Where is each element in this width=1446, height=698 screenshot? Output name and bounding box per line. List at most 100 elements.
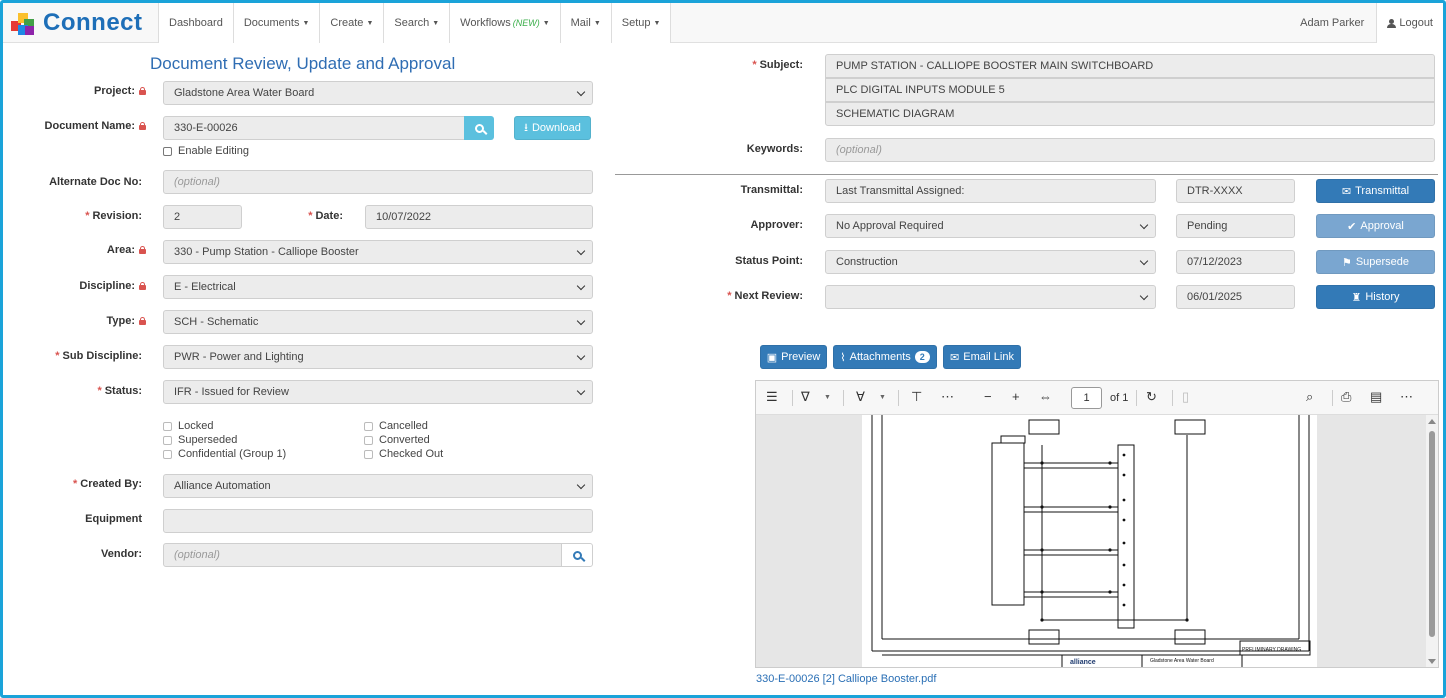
alternate-doc-input[interactable]: (optional)	[163, 170, 593, 194]
document-name-input[interactable]: 330-E-00026	[163, 116, 466, 140]
approval-button-label: Approval	[1360, 220, 1404, 232]
confidential-checkbox[interactable]: Confidential (Group 1)	[163, 448, 286, 460]
converted-checkbox[interactable]: Converted	[364, 434, 430, 446]
document-search-button[interactable]	[464, 116, 494, 140]
vendor-search-button[interactable]	[561, 543, 593, 567]
subject-line-2[interactable]: PLC DIGITAL INPUTS MODULE 5	[825, 78, 1435, 102]
text-icon[interactable]: ⊤	[911, 389, 922, 405]
approver-select[interactable]: No Approval Required	[825, 214, 1156, 238]
brand[interactable]: Connect	[11, 8, 143, 38]
equipment-input[interactable]	[163, 509, 593, 533]
caret-down-icon: ▼	[366, 19, 374, 27]
scroll-up-icon[interactable]	[1428, 419, 1436, 424]
nav-dashboard[interactable]: Dashboard	[158, 3, 233, 43]
subject-line-1[interactable]: PUMP STATION - CALLIOPE BOOSTER MAIN SWI…	[825, 54, 1435, 78]
type-select[interactable]: SCH - Schematic	[163, 310, 593, 334]
pdf-page: PRELIMINARY DRAWING Gladstone Area Water…	[862, 415, 1317, 667]
checkbox-box[interactable]	[163, 146, 172, 156]
search-icon	[474, 123, 484, 133]
superseded-checkbox[interactable]: Superseded	[163, 434, 237, 446]
download-button[interactable]: ⭳ Download	[514, 116, 591, 140]
transmittal-input[interactable]: Last Transmittal Assigned:	[825, 179, 1156, 203]
next-review-date[interactable]: 06/01/2025	[1176, 285, 1295, 309]
discipline-select[interactable]: E - Electrical	[163, 275, 593, 299]
user-name[interactable]: Adam Parker	[1300, 17, 1364, 29]
scroll-thumb[interactable]	[1429, 431, 1435, 637]
checked-out-checkbox[interactable]: Checked Out	[364, 448, 443, 460]
vendor-input[interactable]: (optional)	[163, 543, 563, 567]
next-review-select[interactable]	[825, 285, 1156, 309]
transmittal-label: Transmittal:	[740, 184, 803, 196]
nav-documents[interactable]: Documents ▼	[232, 3, 320, 43]
discipline-label: Discipline:	[13, 280, 146, 292]
preview-button[interactable]: ▣ Preview	[760, 345, 827, 369]
logout-button[interactable]: Logout	[1376, 3, 1443, 43]
print-icon[interactable]: ⎙	[1341, 389, 1351, 405]
zoom-out-icon[interactable]: −	[984, 389, 992, 404]
created-by-select[interactable]: Alliance Automation	[163, 474, 593, 498]
more-icon[interactable]: ⋯	[1400, 389, 1413, 405]
locked-checkbox[interactable]: Locked	[163, 420, 213, 432]
transmittal-button-label: Transmittal	[1355, 185, 1410, 197]
fit-page-icon[interactable]: ⇔	[1039, 389, 1052, 404]
chevron-down-icon[interactable]: ▼	[824, 394, 831, 401]
more-icon[interactable]: ⋯	[941, 389, 954, 405]
section-divider	[615, 174, 1438, 175]
top-navbar: Connect Dashboard Documents ▼ Create ▼ Sea…	[3, 3, 1443, 43]
nav-setup[interactable]: Setup ▼	[610, 3, 672, 43]
transmittal-code: DTR-XXXX	[1176, 179, 1295, 203]
type-label: Type:	[13, 315, 146, 327]
sub-discipline-select[interactable]: PWR - Power and Lighting	[163, 345, 593, 369]
save-icon[interactable]: ▤	[1370, 389, 1382, 405]
supersede-button-label: Supersede	[1355, 256, 1410, 268]
revision-input[interactable]: 2	[163, 205, 242, 229]
status-point-select[interactable]: Construction	[825, 250, 1156, 274]
date-input[interactable]: 10/07/2022	[365, 205, 593, 229]
find-icon[interactable]: ⌕	[1306, 389, 1313, 405]
page-title: Document Review, Update and Approval	[150, 54, 456, 73]
approval-button[interactable]: ✔ Approval	[1316, 214, 1435, 238]
pdf-viewer[interactable]: ☰ ∇ ▼ ∀ ▼ ⊤ ⋯ − + ⇔ 1 of 1 ↻ ▯ ⌕ ⎙ ▤ ⋯ P…	[755, 380, 1439, 668]
app-frame: Connect Dashboard Documents ▼ Create ▼ Sea…	[0, 0, 1446, 698]
created-by-label: * Created By:	[72, 478, 142, 490]
subject-line-3[interactable]: SCHEMATIC DIAGRAM	[825, 102, 1435, 126]
chevron-down-icon[interactable]: ▼	[879, 394, 886, 401]
cancelled-checkbox[interactable]: Cancelled	[364, 420, 428, 432]
keywords-input[interactable]: (optional)	[825, 138, 1435, 162]
rotate-icon[interactable]: ↻	[1146, 389, 1157, 405]
draw-icon[interactable]: ∀	[856, 389, 865, 405]
page-view-icon[interactable]: ▯	[1182, 389, 1189, 405]
transmittal-button[interactable]: ✉ Transmittal	[1316, 179, 1435, 203]
pdf-scrollbar[interactable]	[1426, 415, 1438, 667]
toc-icon[interactable]: ☰	[766, 389, 778, 405]
zoom-in-icon[interactable]: +	[1012, 389, 1020, 404]
subject-label: * Subject:	[752, 59, 803, 71]
nav-search[interactable]: Search ▼	[383, 3, 450, 43]
nav-workflows[interactable]: Workflows (NEW) ▼	[449, 3, 560, 43]
status-select[interactable]: IFR - Issued for Review	[163, 380, 593, 404]
project-select[interactable]: Gladstone Area Water Board	[163, 81, 593, 105]
highlight-icon[interactable]: ∇	[801, 389, 810, 405]
nav-create-label: Create	[330, 17, 364, 29]
brand-name: Connect	[43, 9, 143, 36]
sub-discipline-label: * Sub Discipline:	[55, 350, 142, 362]
lock-icon	[139, 246, 146, 254]
area-select[interactable]: 330 - Pump Station - Calliope Booster	[163, 240, 593, 264]
nav-workflows-label: Workflows	[460, 17, 511, 29]
supersede-button[interactable]: ⚑ Supersede	[1316, 250, 1435, 274]
attachments-button[interactable]: ⌇ Attachments 2	[833, 345, 937, 369]
enable-editing-checkbox[interactable]: Enable Editing	[163, 145, 249, 157]
caret-down-icon: ▼	[542, 19, 550, 27]
attachment-filename-link[interactable]: 330-E-00026 [2] Calliope Booster.pdf	[756, 673, 936, 685]
history-button[interactable]: ♜ History	[1316, 285, 1435, 309]
approver-label: Approver:	[750, 219, 803, 231]
page-number-input[interactable]: 1	[1071, 387, 1102, 409]
nav-mail[interactable]: Mail ▼	[559, 3, 611, 43]
drawing-stamp: PRELIMINARY DRAWING	[1242, 647, 1301, 653]
scroll-down-icon[interactable]	[1428, 659, 1436, 664]
status-point-date[interactable]: 07/12/2023	[1176, 250, 1295, 274]
nav-create[interactable]: Create ▼	[319, 3, 384, 43]
paperclip-icon: ⌇	[840, 351, 846, 364]
flag-icon: ⚑	[1341, 256, 1352, 269]
email-link-button[interactable]: ✉ Email Link	[943, 345, 1021, 369]
